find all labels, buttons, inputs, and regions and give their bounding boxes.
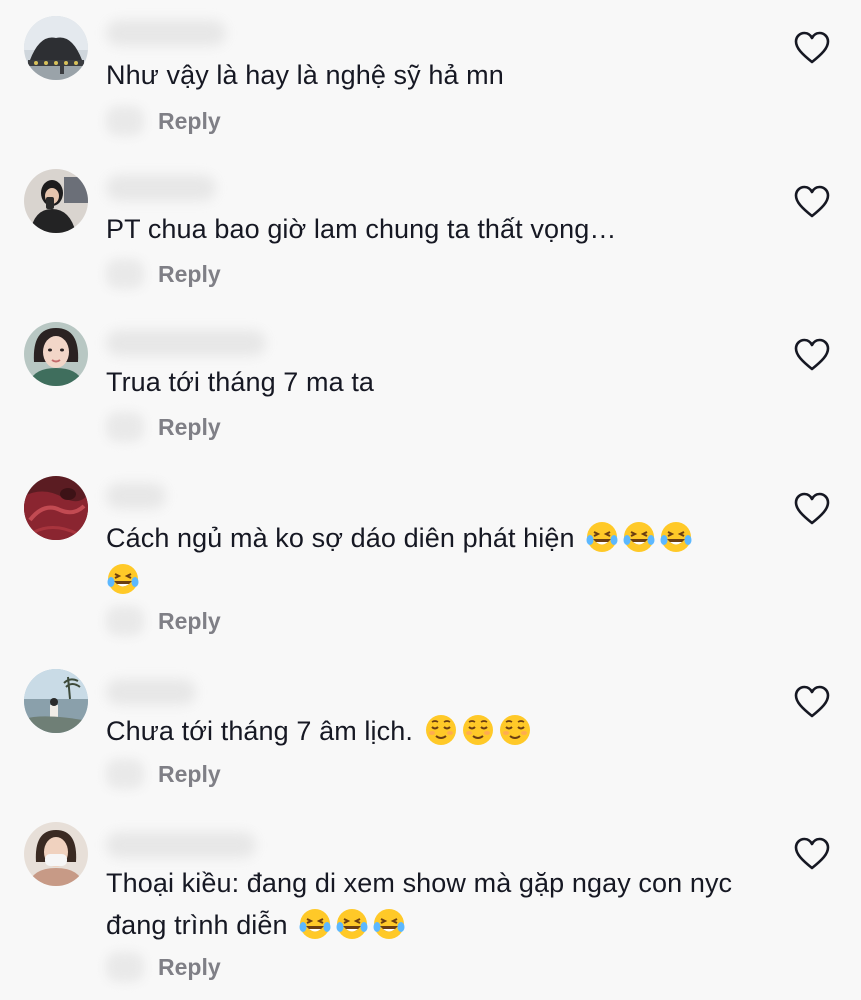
comment-item: Thoại kiều: đang di xem show mà gặp ngay…	[0, 812, 861, 1000]
avatar[interactable]	[24, 169, 88, 233]
avatar-image-icon	[24, 669, 88, 733]
comment-text-content: Như vậy là hay là nghệ sỹ hả mn	[106, 60, 504, 90]
heart-outline-icon[interactable]	[794, 31, 830, 65]
heart-outline-icon[interactable]	[794, 185, 830, 219]
avatar-image-icon	[24, 16, 88, 80]
comment-item: PT chua bao giờ lam chung ta thất vọng… …	[0, 155, 861, 308]
username-blurred[interactable]	[106, 175, 216, 201]
avatar[interactable]	[24, 476, 88, 540]
laughing-tears-emoji-icon	[660, 522, 692, 552]
reply-button[interactable]: Reply	[158, 952, 221, 982]
timestamp-blurred	[106, 412, 144, 442]
comment-text-content: Trua tới tháng 7 ma ta	[106, 367, 375, 397]
heart-outline-icon[interactable]	[794, 338, 830, 372]
comment-item: Chưa tới tháng 7 âm lịch. Reply	[0, 659, 861, 812]
avatar[interactable]	[24, 322, 88, 386]
comment-text-content: PT chua bao giờ lam chung ta thất vọng…	[106, 214, 617, 244]
comment-text: Cách ngủ mà ko sợ dáo diên phát hiện	[106, 517, 766, 601]
reply-button[interactable]: Reply	[158, 412, 221, 442]
laughing-tears-emoji-icon	[586, 522, 618, 552]
avatar[interactable]	[24, 16, 88, 80]
laughing-tears-emoji-icon	[373, 909, 405, 939]
username-blurred[interactable]	[106, 832, 256, 858]
timestamp-blurred	[106, 106, 144, 136]
avatar-image-icon	[24, 476, 88, 540]
reply-button[interactable]: Reply	[158, 759, 221, 789]
avatar-image-icon	[24, 169, 88, 233]
username-blurred[interactable]	[106, 679, 196, 705]
username-blurred[interactable]	[106, 330, 266, 356]
comment-list: Như vậy là hay là nghệ sỹ hả mn Reply PT…	[0, 0, 861, 1000]
reply-button[interactable]: Reply	[158, 259, 221, 289]
avatar[interactable]	[24, 669, 88, 733]
timestamp-blurred	[106, 606, 144, 636]
timestamp-blurred	[106, 259, 144, 289]
username-blurred[interactable]	[106, 20, 226, 46]
relieved-face-emoji-icon	[462, 715, 493, 745]
comment-item: Trua tới tháng 7 ma ta Reply	[0, 308, 861, 463]
timestamp-blurred	[106, 952, 144, 982]
reply-button[interactable]: Reply	[158, 606, 221, 636]
comment-text: Trua tới tháng 7 ma ta	[106, 361, 766, 403]
heart-outline-icon[interactable]	[794, 492, 830, 526]
comment-text: Chưa tới tháng 7 âm lịch.	[106, 710, 766, 752]
comment-text-content: Cách ngủ mà ko sợ dáo diên phát hiện	[106, 523, 575, 553]
comment-text: Thoại kiều: đang di xem show mà gặp ngay…	[106, 862, 746, 946]
avatar-image-icon	[24, 322, 88, 386]
comment-item: Như vậy là hay là nghệ sỹ hả mn Reply	[0, 0, 861, 155]
laughing-tears-emoji-icon	[299, 909, 331, 939]
laughing-tears-emoji-icon	[107, 564, 139, 594]
laughing-tears-emoji-icon	[623, 522, 655, 552]
comment-text: Như vậy là hay là nghệ sỹ hả mn	[106, 54, 766, 96]
relieved-face-emoji-icon	[425, 715, 456, 745]
comment-text: PT chua bao giờ lam chung ta thất vọng…	[106, 208, 766, 250]
username-blurred[interactable]	[106, 483, 166, 509]
comment-text-content: Chưa tới tháng 7 âm lịch.	[106, 716, 413, 746]
laughing-tears-emoji-icon	[336, 909, 368, 939]
avatar[interactable]	[24, 822, 88, 886]
comment-text-content: Thoại kiều: đang di xem show mà gặp ngay…	[106, 868, 733, 940]
avatar-image-icon	[24, 822, 88, 886]
reply-button[interactable]: Reply	[158, 106, 221, 136]
heart-outline-icon[interactable]	[794, 685, 830, 719]
comment-item: Cách ngủ mà ko sợ dáo diên phát hiện Rep…	[0, 463, 861, 659]
relieved-face-emoji-icon	[499, 715, 530, 745]
timestamp-blurred	[106, 759, 144, 789]
heart-outline-icon[interactable]	[794, 837, 830, 871]
